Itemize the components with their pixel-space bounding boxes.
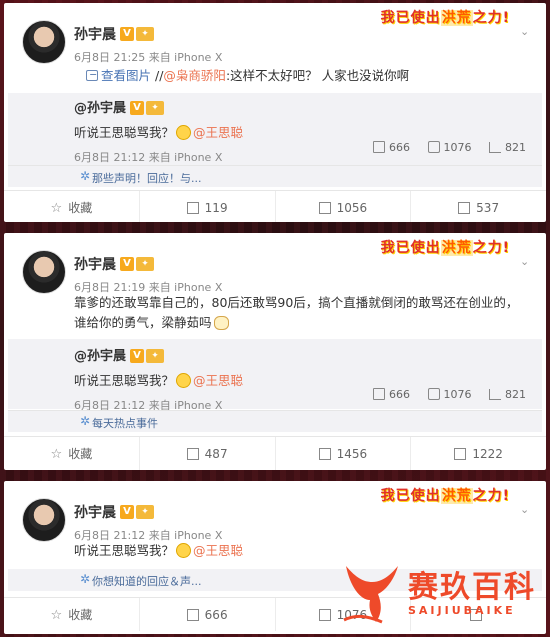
repost-count[interactable]: 666: [373, 388, 410, 401]
medal-icon: ✦: [136, 256, 154, 271]
repost-icon: [373, 388, 385, 400]
topic-icon: ✲: [80, 572, 91, 586]
whale-tail-icon: [343, 566, 398, 624]
favorite-button[interactable]: ☆ 收藏: [4, 437, 140, 470]
comment-icon: [318, 448, 331, 460]
repost-box[interactable]: @孙宇晨 V ✦ 听说王思聪骂我？ @王思聪 6月8日 21:12 来自 iPhone…: [8, 339, 542, 412]
smile-emoji-icon: [176, 125, 192, 140]
comment-button[interactable]: 1456: [276, 437, 412, 470]
medal-icon: ✦: [146, 348, 165, 363]
post-header: 孙宇晨 V ✦ 6月8日 21:12 来自 iPhone X: [74, 501, 222, 543]
smile-emoji-icon: [176, 373, 192, 388]
post-text: 听说王思聪骂我？ @王思聪: [74, 543, 244, 558]
fun-badge: 我已使出洪荒之力!: [380, 488, 510, 504]
repost-button[interactable]: 119: [140, 191, 276, 222]
repost-count[interactable]: 666: [373, 141, 410, 154]
medal-icon: ✦: [136, 26, 154, 41]
medal-icon: ✦: [146, 100, 165, 115]
repost-button[interactable]: 487: [140, 437, 276, 470]
comment-icon: [427, 388, 440, 400]
chevron-down-icon[interactable]: ⌄: [520, 255, 532, 268]
watermark-title: 赛玖百科: [408, 570, 536, 605]
mention-link[interactable]: @王思聪: [193, 373, 243, 388]
fun-badge: 我已使出洪荒之力!: [380, 10, 510, 26]
chevron-down-icon[interactable]: ⌄: [520, 25, 532, 38]
post-header: 孙宇晨 V ✦ 6月8日 21:19 来自 iPhone X: [74, 253, 222, 295]
star-icon: ☆: [50, 201, 63, 216]
username[interactable]: 孙宇晨: [74, 502, 116, 522]
verified-icon: V: [130, 348, 145, 363]
weibo-card-1: 我已使出洪荒之力! ⌄ 孙宇晨 V ✦ 6月8日 21:25 来自 iPhone X…: [4, 3, 546, 222]
verified-icon: V: [120, 256, 134, 271]
repost-username[interactable]: @孙宇晨: [74, 349, 126, 364]
repost-icon: [186, 609, 199, 621]
action-bar: ☆ 收藏 119 1056 537: [4, 190, 546, 222]
fun-badge: 我已使出洪荒之力!: [380, 240, 510, 256]
like-icon: [458, 202, 471, 214]
repost-text: 听说王思聪骂我？ @王思聪: [74, 125, 244, 140]
comment-count[interactable]: 1076: [427, 141, 472, 154]
favorite-button[interactable]: ☆ 收藏: [4, 598, 140, 631]
topic-bar[interactable]: ✲ 每天热点事件: [8, 410, 542, 432]
repost-icon: [373, 141, 385, 153]
repost-text: 听说王思聪骂我？ @王思聪: [74, 373, 244, 388]
repost-stats: 666 1076 821: [359, 388, 526, 401]
star-icon: ☆: [50, 608, 63, 623]
like-count[interactable]: 821: [489, 388, 526, 401]
chevron-down-icon[interactable]: ⌄: [520, 503, 532, 516]
emoji-icon: [213, 316, 229, 330]
topic-icon: ✲: [80, 414, 91, 428]
comment-icon: [427, 141, 440, 153]
smile-emoji-icon: [176, 543, 192, 558]
comment-icon: [318, 609, 331, 621]
watermark-logo: 赛玖百科 SAIJIUBAIKE: [342, 560, 542, 626]
username[interactable]: 孙宇晨: [74, 254, 116, 274]
verified-icon: V: [120, 26, 134, 41]
weibo-card-2: 我已使出洪荒之力! ⌄ 孙宇晨 V ✦ 6月8日 21:19 来自 iPhone X…: [4, 233, 546, 470]
favorite-button[interactable]: ☆ 收藏: [4, 191, 140, 222]
repost-username[interactable]: @孙宇晨: [74, 101, 126, 116]
post-text: 靠爹的还敢骂靠自己的，80后还敢骂90后，搞个直播就倒闭的敢骂还在创业的， 谁给…: [74, 295, 519, 330]
post-text: 查看图片 //@枭商骄阳:这样不太好吧？ 人家也没说你啊: [86, 66, 409, 86]
repost-stats: 666 1076 821: [359, 141, 526, 154]
topic-bar[interactable]: ✲ 那些声明！回应！与...: [8, 165, 542, 187]
repost-icon: [186, 202, 199, 214]
avatar[interactable]: [22, 20, 66, 64]
repost-button[interactable]: 666: [140, 598, 276, 631]
like-count[interactable]: 821: [489, 141, 526, 154]
like-icon: [454, 448, 467, 460]
avatar[interactable]: [22, 250, 66, 294]
repost-meta: 6月8日 21:12 来自 iPhone X: [74, 151, 223, 164]
medal-icon: ✦: [136, 504, 154, 519]
action-bar: ☆ 收藏 487 1456 1222: [4, 436, 546, 470]
watermark-subtitle: SAIJIUBAIKE: [408, 604, 516, 617]
comment-count[interactable]: 1076: [427, 388, 472, 401]
comment-button[interactable]: 1056: [276, 191, 412, 222]
repost-icon: [186, 448, 199, 460]
verified-icon: V: [120, 504, 134, 519]
topic-icon: ✲: [80, 169, 91, 183]
comment-icon: [318, 202, 331, 214]
like-icon: [489, 142, 501, 153]
post-header: 孙宇晨 V ✦ 6月8日 21:25 来自 iPhone X: [74, 23, 222, 65]
verified-icon: V: [130, 100, 145, 115]
like-button[interactable]: 1222: [411, 437, 546, 470]
post-meta: 6月8日 21:25 来自 iPhone X: [74, 50, 223, 64]
mention-link[interactable]: @王思聪: [193, 125, 243, 140]
mention-link[interactable]: @枭商骄阳: [163, 68, 226, 83]
like-icon: [489, 389, 501, 400]
username[interactable]: 孙宇晨: [74, 24, 116, 44]
image-icon: [86, 70, 98, 81]
like-button[interactable]: 537: [411, 191, 546, 222]
repost-box[interactable]: @孙宇晨 V ✦ 听说王思聪骂我？ @王思聪 6月8日 21:12 来自 iPhone…: [8, 93, 542, 165]
avatar[interactable]: [22, 498, 66, 542]
view-image-link[interactable]: 查看图片: [101, 68, 151, 83]
star-icon: ☆: [50, 447, 63, 462]
mention-link[interactable]: @王思聪: [193, 543, 243, 558]
